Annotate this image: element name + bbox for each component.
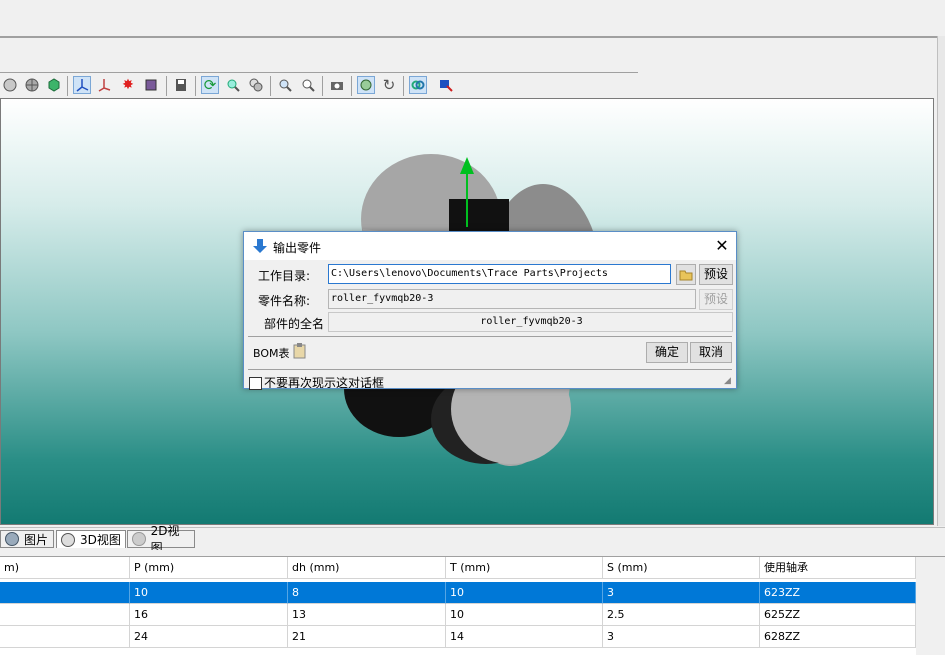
tab-2d-view[interactable]: 2D视图 [127, 524, 195, 555]
tab-images-label: 图片 [24, 532, 49, 547]
parameter-table: m) P (mm) dh (mm) T (mm) S (mm) 使用轴承 10 … [0, 557, 916, 655]
zoom-tool-icon[interactable] [224, 76, 242, 94]
work-dir-label: 工作目录: [258, 269, 311, 283]
toolbar-separator [351, 76, 352, 96]
table-header: m) P (mm) dh (mm) T (mm) S (mm) 使用轴承 [0, 557, 916, 579]
work-dir-input[interactable]: C:\Users\lenovo\Documents\Trace Parts\Pr… [328, 264, 671, 284]
globe-icon[interactable] [23, 76, 41, 94]
ok-button[interactable]: 确定 [646, 342, 688, 363]
toolbar-separator [270, 76, 271, 96]
resize-grip-icon[interactable]: ◢ [724, 376, 731, 386]
table-cell: 10 [130, 582, 288, 604]
image-icon [5, 532, 19, 546]
table-cell: 8 [288, 582, 446, 604]
sphere-icon[interactable] [1, 76, 19, 94]
folder-browse-button[interactable] [676, 264, 696, 285]
table-cell: 2.5 [603, 604, 760, 626]
table-cell: 10 [446, 582, 603, 604]
toolbar-separator [67, 76, 68, 96]
table-cell: 24 [130, 626, 288, 648]
table-scroll-area[interactable] [916, 557, 945, 655]
preset-button[interactable]: 预设 [699, 264, 733, 285]
table-cell: 13 [288, 604, 446, 626]
table-cell: 21 [288, 626, 446, 648]
table-cell: 3 [603, 582, 760, 604]
sphere-icon [61, 532, 75, 547]
column-header[interactable]: T (mm) [446, 557, 603, 579]
divider [248, 336, 732, 337]
panel-header [0, 38, 945, 72]
full-name-label: 部件的全名 [264, 317, 325, 331]
pan-icon[interactable] [247, 76, 265, 94]
preset-button-disabled: 预设 [699, 289, 733, 310]
star-icon[interactable]: ✸ [119, 76, 137, 94]
table-cell: 10 [446, 604, 603, 626]
table-cell: 628ZZ [760, 626, 916, 648]
refresh-icon[interactable]: ↻ [380, 76, 398, 94]
box-icon[interactable] [142, 76, 160, 94]
table-cell [0, 582, 130, 604]
table-cell: 16 [130, 604, 288, 626]
export-part-dialog: 输出零件 ✕ 工作目录: C:\Users\lenovo\Documents\T… [243, 231, 737, 390]
table-cell: 625ZZ [760, 604, 916, 626]
column-header[interactable]: dh (mm) [288, 557, 446, 579]
globe-icon [132, 532, 146, 546]
rotate-icon[interactable]: ⟳ [201, 76, 219, 94]
tab-3d-view-label: 3D视图 [80, 533, 121, 547]
view-settings-icon[interactable] [357, 76, 375, 94]
part-name-label: 零件名称: [258, 294, 311, 308]
dont-show-checkbox[interactable] [249, 377, 262, 390]
axis-icon[interactable] [73, 76, 91, 94]
panel-splitter[interactable] [0, 550, 945, 557]
export-icon[interactable] [437, 76, 455, 94]
column-header[interactable]: 使用轴承 [760, 557, 916, 579]
clipboard-icon[interactable] [292, 342, 308, 363]
table-cell [0, 604, 130, 626]
table-row[interactable]: 24 21 14 3 628ZZ [0, 626, 916, 648]
zoom-fit-icon[interactable] [299, 76, 317, 94]
axis-pointer-icon[interactable] [96, 76, 114, 94]
tab-3d-view[interactable]: 3D视图 [56, 530, 126, 548]
table-row[interactable]: 16 13 10 2.5 625ZZ [0, 604, 916, 626]
download-arrow-icon [252, 238, 268, 257]
cancel-button[interactable]: 取消 [690, 342, 732, 363]
dont-show-label: 不要再次现示这对话框 [264, 376, 385, 388]
divider [248, 369, 732, 370]
folder-icon [679, 270, 693, 281]
toolbar-separator [195, 76, 196, 96]
column-header[interactable]: m) [0, 557, 130, 579]
close-icon[interactable]: ✕ [712, 236, 732, 256]
toolbar-separator [403, 76, 404, 96]
table-cell: 14 [446, 626, 603, 648]
tab-images[interactable]: 图片 [0, 530, 54, 548]
toolbar-separator [166, 76, 167, 96]
menu-area [0, 12, 945, 38]
table-cell [0, 626, 130, 648]
table-cell: 623ZZ [760, 582, 916, 604]
column-header[interactable]: P (mm) [130, 557, 288, 579]
dialog-title-bar: 输出零件 ✕ [244, 232, 736, 260]
dialog-title: 输出零件 [273, 241, 322, 255]
link-icon[interactable] [409, 76, 427, 94]
save-icon[interactable] [172, 76, 190, 94]
zoom-window-icon[interactable] [276, 76, 294, 94]
bom-label: BOM表 [253, 347, 290, 360]
camera-icon[interactable] [328, 76, 346, 94]
part-name-input[interactable]: roller_fyvmqb20-3 [328, 289, 696, 309]
full-name-value: roller_fyvmqb20-3 [328, 312, 733, 332]
viewer-toolbar: ✸ ⟳ ↻ [0, 72, 638, 99]
column-header[interactable]: S (mm) [603, 557, 760, 579]
view-tab-bar: 图片 3D视图 2D视图 [0, 524, 945, 555]
table-row[interactable]: 10 8 10 3 623ZZ [0, 582, 916, 604]
right-scrollbar[interactable] [937, 36, 945, 526]
toolbar-separator [322, 76, 323, 96]
cube-icon[interactable] [45, 76, 63, 94]
table-cell: 3 [603, 626, 760, 648]
